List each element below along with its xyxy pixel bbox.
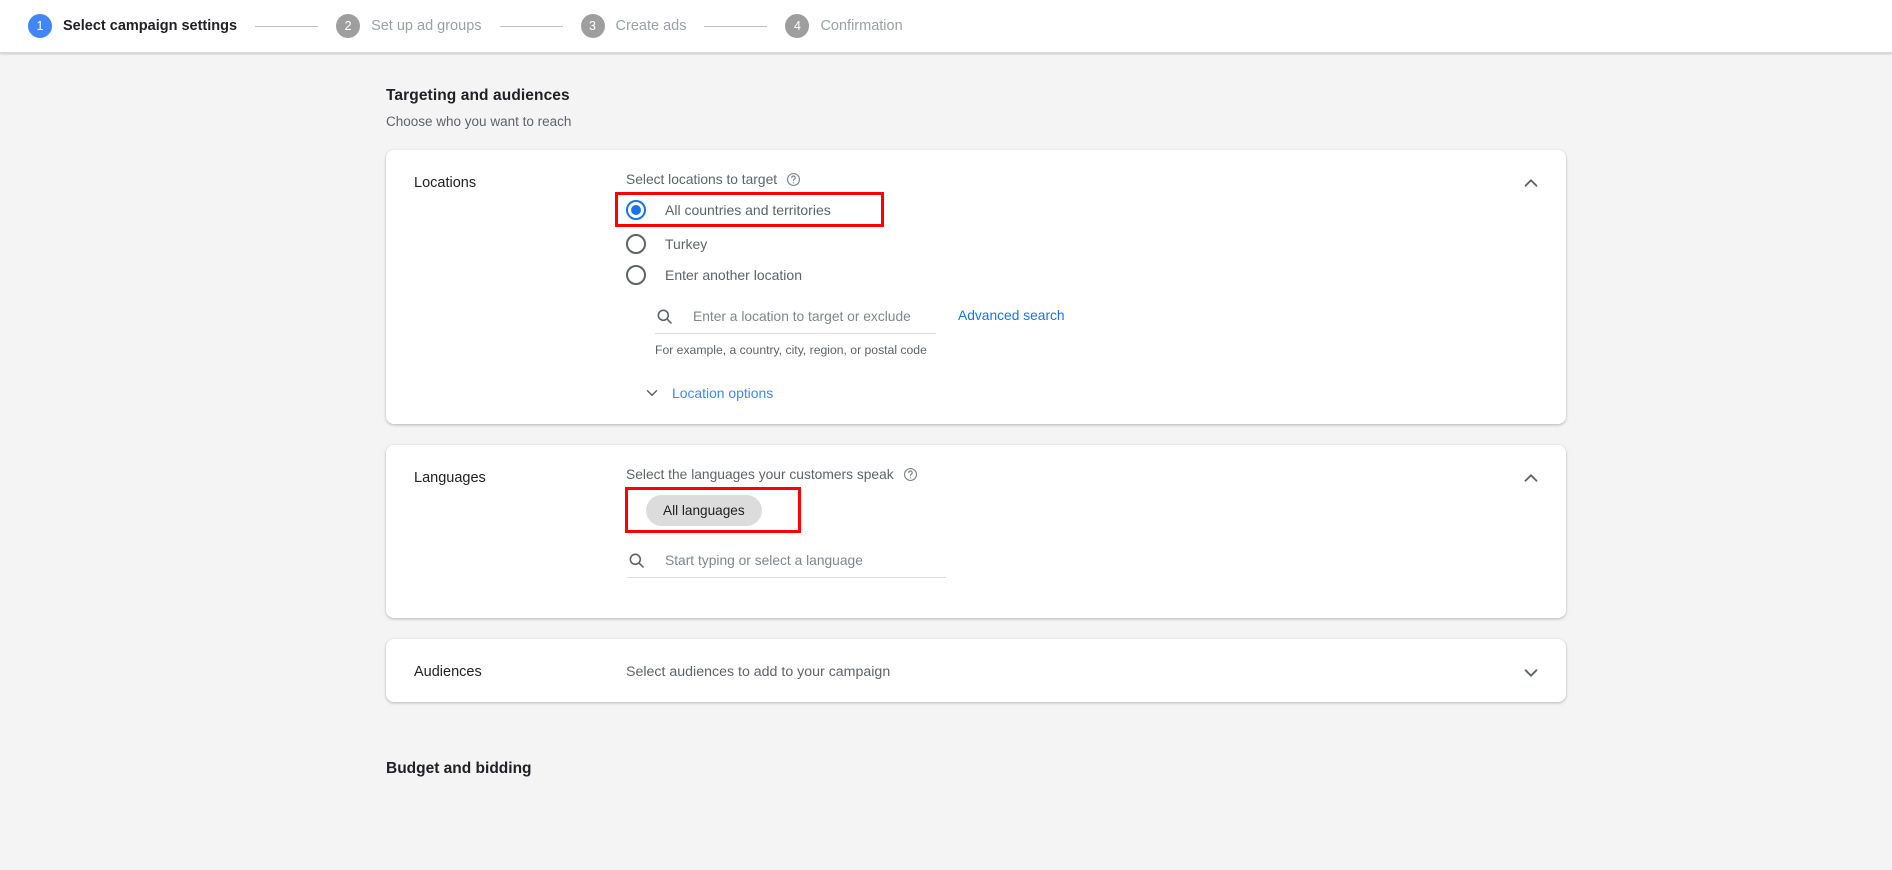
radio-indicator-turkey[interactable] — [626, 233, 646, 254]
search-icon — [627, 551, 646, 570]
locations-heading-text: Select locations to target — [626, 172, 778, 187]
location-search-field[interactable] — [655, 307, 936, 334]
step-4-number: 4 — [785, 14, 810, 38]
step-2-label: Set up ad groups — [371, 18, 482, 34]
radio-label-turkey: Turkey — [665, 235, 708, 252]
step-3-number: 3 — [580, 14, 605, 38]
page-body: Targeting and audiences Choose who you w… — [0, 53, 1892, 870]
content-column: Targeting and audiences Choose who you w… — [326, 53, 1566, 778]
step-4-label: Confirmation — [820, 18, 903, 34]
radio-indicator-another-location[interactable] — [626, 264, 646, 285]
languages-card: Languages Select the languages your cust… — [386, 445, 1566, 618]
all-languages-chip-highlight: All languages — [625, 487, 801, 533]
chevron-down-icon — [643, 384, 661, 402]
step-connector-1 — [255, 25, 319, 27]
locations-card: Locations Select locations to target All… — [386, 150, 1566, 424]
locations-card-label: Locations — [414, 175, 477, 191]
chip-all-languages[interactable]: All languages — [646, 494, 762, 526]
radio-option-another-location[interactable]: Enter another location — [626, 259, 1540, 290]
locations-field-heading: Select locations to target — [626, 172, 1540, 187]
step-connector-2 — [499, 25, 563, 27]
search-icon — [655, 307, 674, 326]
step-3[interactable]: 3 Create ads — [580, 14, 687, 38]
advanced-search-link[interactable]: Advanced search — [958, 307, 1065, 323]
location-search-row: Advanced search — [626, 307, 1540, 334]
audiences-card[interactable]: Audiences Select audiences to add to you… — [386, 639, 1566, 702]
campaign-stepper: 1 Select campaign settings 2 Set up ad g… — [0, 0, 1892, 53]
location-options-toggle[interactable]: Location options — [626, 384, 773, 402]
step-4[interactable]: 4 Confirmation — [785, 14, 903, 38]
section-subtitle-targeting: Choose who you want to reach — [386, 114, 572, 129]
audiences-card-label: Audiences — [414, 664, 482, 680]
languages-collapse-chevron-up-icon[interactable] — [1520, 467, 1542, 489]
locations-collapse-chevron-up-icon[interactable] — [1520, 172, 1542, 194]
location-search-hint: For example, a country, city, region, or… — [655, 343, 927, 357]
radio-label-another-location: Enter another location — [665, 266, 802, 283]
step-2[interactable]: 2 Set up ad groups — [336, 14, 482, 38]
radio-option-turkey[interactable]: Turkey — [626, 228, 1540, 259]
location-options-label: Location options — [672, 385, 774, 401]
audiences-description: Select audiences to add to your campaign — [626, 664, 891, 680]
section-title-targeting: Targeting and audiences — [386, 87, 570, 104]
location-search-input[interactable] — [691, 308, 936, 325]
languages-heading-text: Select the languages your customers spea… — [626, 467, 894, 482]
help-circle-icon[interactable] — [786, 172, 801, 187]
language-search-field[interactable] — [627, 551, 946, 578]
step-1-label: Select campaign settings — [63, 18, 238, 34]
step-1-number: 1 — [28, 14, 52, 38]
radio-option-all-countries[interactable]: All countries and territories — [615, 192, 884, 227]
step-3-label: Create ads — [615, 18, 687, 34]
audiences-expand-chevron-down-icon[interactable] — [1520, 661, 1542, 683]
language-search-row — [626, 551, 1540, 578]
step-1[interactable]: 1 Select campaign settings — [28, 14, 237, 38]
language-search-input[interactable] — [663, 552, 946, 569]
languages-card-label: Languages — [414, 470, 486, 486]
step-connector-3 — [704, 25, 768, 27]
radio-indicator-all-countries[interactable] — [626, 199, 646, 220]
step-2-number: 2 — [336, 14, 361, 38]
languages-field-heading: Select the languages your customers spea… — [626, 467, 1540, 482]
help-circle-icon[interactable] — [903, 467, 918, 482]
section-title-budget: Budget and bidding — [386, 760, 532, 777]
radio-label-all-countries: All countries and territories — [665, 201, 831, 218]
